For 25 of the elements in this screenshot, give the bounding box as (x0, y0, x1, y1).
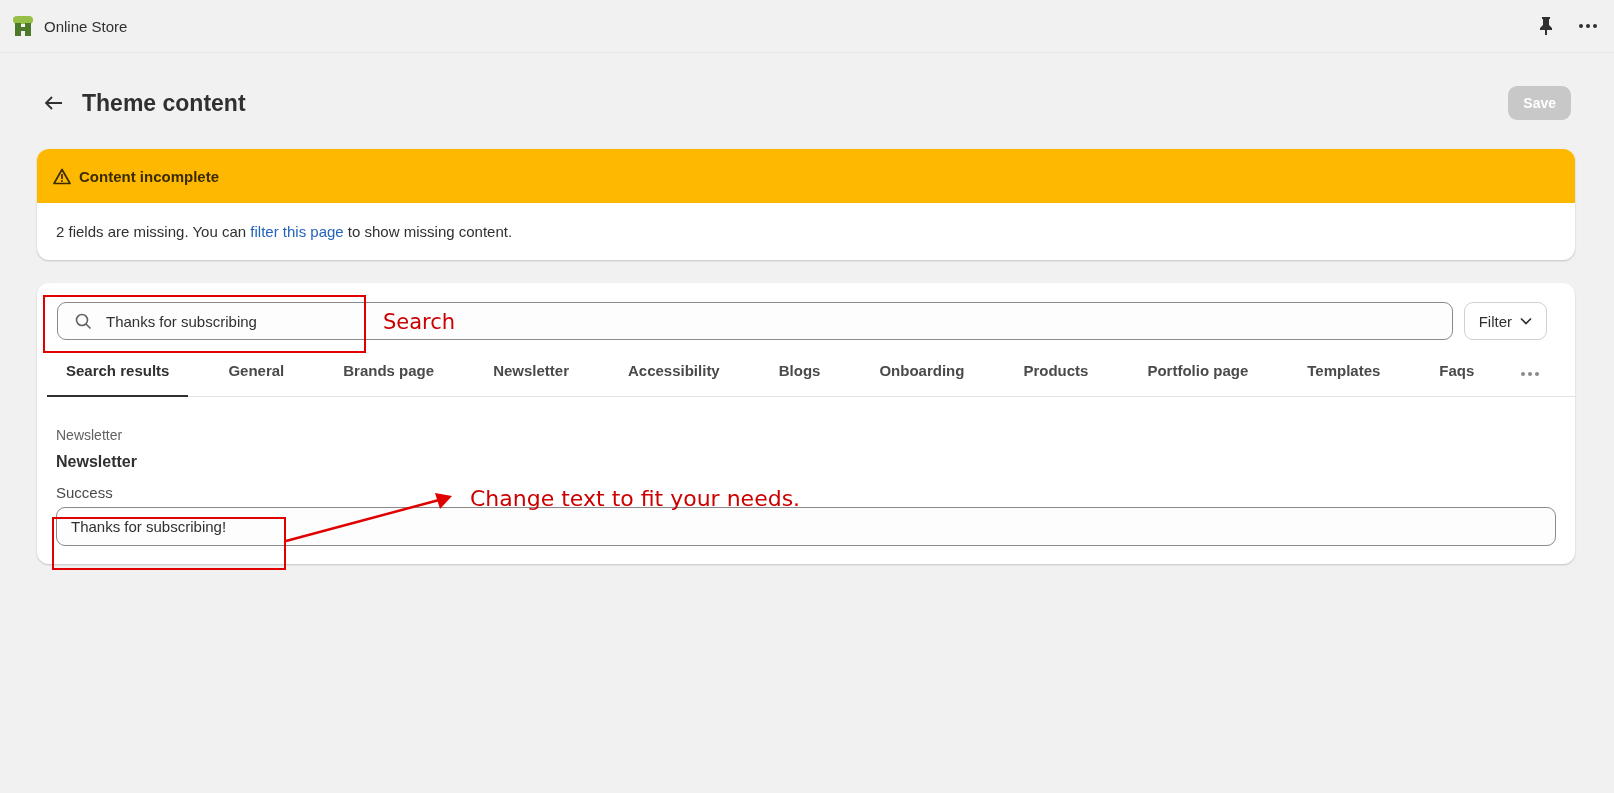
tab[interactable]: Search results (47, 352, 189, 397)
section-title: Newsletter (56, 453, 138, 471)
tab[interactable]: Blogs (759, 352, 840, 397)
tab[interactable]: Products (1004, 352, 1108, 397)
page-title: Theme content (82, 89, 246, 117)
tab[interactable]: Brands page (324, 352, 454, 397)
search-icon (75, 313, 92, 330)
banner-message: 2 fields are missing. You can filter this page to show missing content. (55, 222, 514, 242)
tab[interactable]: Onboarding (860, 352, 984, 397)
tab[interactable]: General (209, 352, 304, 397)
filter-button[interactable]: Filter (1463, 302, 1547, 340)
banner-title: Content incomplete (79, 167, 219, 185)
tab[interactable]: Portfolio page (1128, 352, 1268, 397)
section-breadcrumb: Newsletter (56, 427, 124, 443)
warning-icon (53, 167, 71, 185)
app-title: Online Store (44, 17, 128, 35)
chevron-down-icon (1520, 317, 1532, 325)
tab[interactable]: Faqs (1420, 352, 1494, 397)
tab[interactable]: Templates (1288, 352, 1400, 397)
tab[interactable]: Newsletter (474, 352, 588, 397)
field-label: Success (56, 484, 113, 501)
annotation-text: Search (383, 310, 456, 334)
tab[interactable]: Accessibility (609, 352, 739, 397)
store-logo-icon (12, 14, 34, 38)
filter-link[interactable]: filter this page (250, 223, 344, 240)
